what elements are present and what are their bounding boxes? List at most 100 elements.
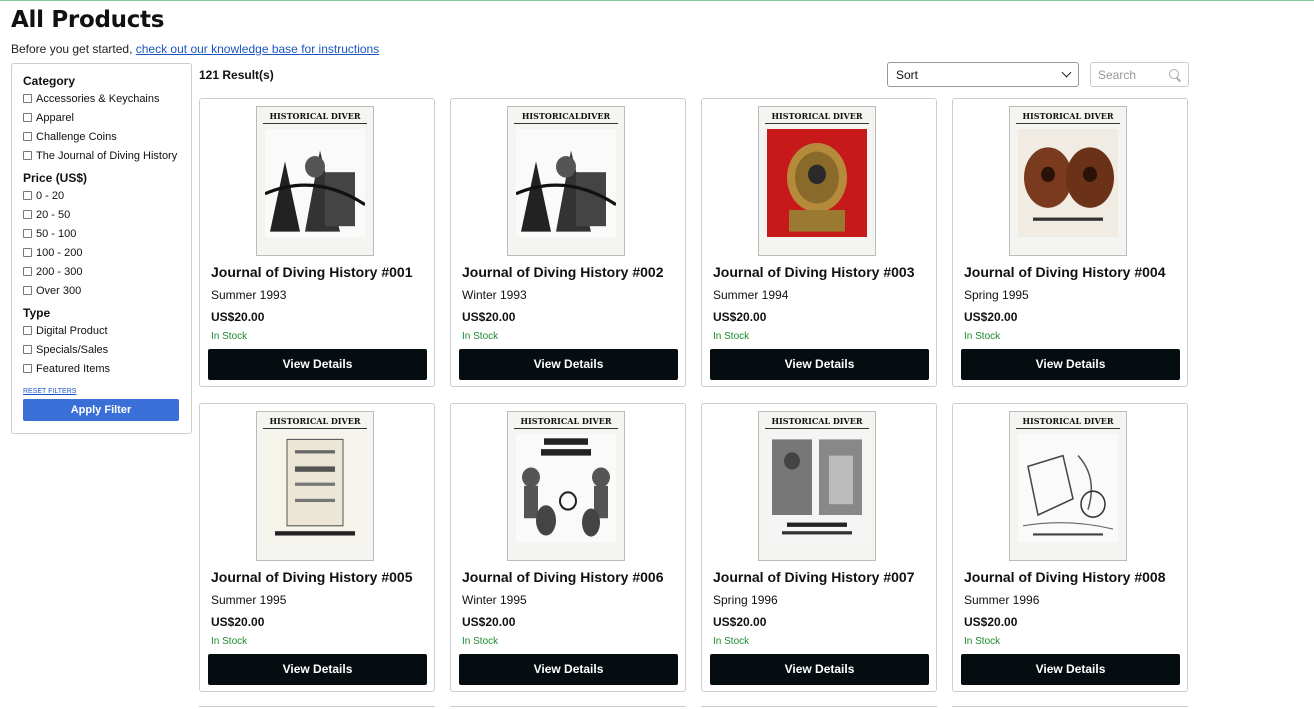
product-cover-image[interactable]: HISTORICAL DIVER	[758, 411, 876, 561]
stock-status: In Stock	[964, 636, 1001, 647]
product-cover-image[interactable]: HISTORICAL DIVER	[1009, 106, 1127, 256]
product-issue: Spring 1995	[964, 288, 1029, 302]
type-checkbox[interactable]	[23, 345, 32, 354]
cover-rule	[765, 123, 869, 124]
product-card[interactable]: HISTORICAL DIVER Journal of Diving Histor…	[701, 98, 937, 387]
view-details-button[interactable]: View Details	[710, 654, 929, 685]
product-issue: Winter 1995	[462, 593, 527, 607]
sort-label: Sort	[896, 67, 919, 82]
product-title[interactable]: Journal of Diving History #008	[964, 569, 1166, 585]
price-option[interactable]: Over 300	[23, 281, 180, 300]
chevron-down-icon	[1061, 67, 1072, 78]
cover-rule	[765, 428, 869, 429]
cover-illustration	[516, 434, 616, 542]
product-title[interactable]: Journal of Diving History #006	[462, 569, 664, 585]
product-title[interactable]: Journal of Diving History #007	[713, 569, 915, 585]
price-option-label: 50 - 100	[36, 227, 77, 240]
price-option-label: Over 300	[36, 284, 82, 297]
category-option[interactable]: Apparel	[23, 108, 180, 127]
category-option[interactable]: Accessories & Keychains	[23, 89, 180, 108]
category-filter-list: Accessories & Keychains Apparel Challenge …	[23, 89, 180, 165]
stock-status: In Stock	[713, 636, 750, 647]
view-details-button[interactable]: View Details	[459, 654, 678, 685]
type-option[interactable]: Featured Items	[23, 359, 180, 378]
product-price: US$20.00	[211, 615, 265, 629]
product-card[interactable]: HISTORICAL DIVER Journal of Diving Histor…	[199, 403, 435, 692]
price-option[interactable]: 0 - 20	[23, 186, 180, 205]
view-details-button[interactable]: View Details	[208, 349, 427, 380]
product-card[interactable]: HISTORICAL DIVER Journal of Diving Histor…	[952, 403, 1188, 692]
product-title[interactable]: Journal of Diving History #004	[964, 264, 1166, 280]
price-checkbox[interactable]	[23, 267, 32, 276]
price-option-label: 20 - 50	[36, 208, 71, 221]
search-input[interactable]: Search	[1090, 62, 1189, 87]
type-option[interactable]: Digital Product	[23, 321, 180, 340]
product-cover-image[interactable]: HISTORICAL DIVER	[256, 411, 374, 561]
stock-status: In Stock	[713, 331, 750, 342]
category-option[interactable]: Challenge Coins	[23, 127, 180, 146]
product-title[interactable]: Journal of Diving History #001	[211, 264, 413, 280]
price-checkbox[interactable]	[23, 210, 32, 219]
view-details-button[interactable]: View Details	[459, 349, 678, 380]
product-card[interactable]: HISTORICAL DIVER Journal of Diving Histor…	[952, 98, 1188, 387]
price-checkbox[interactable]	[23, 191, 32, 200]
view-details-button[interactable]: View Details	[961, 349, 1180, 380]
product-title[interactable]: Journal of Diving History #005	[211, 569, 413, 585]
results-count: 121 Result(s)	[199, 68, 274, 82]
category-checkbox[interactable]	[23, 113, 32, 122]
product-cover-image[interactable]: HISTORICAL DIVER	[256, 106, 374, 256]
cover-masthead: HISTORICALDIVER	[521, 111, 611, 121]
cover-illustration	[515, 129, 617, 237]
price-option[interactable]: 20 - 50	[23, 205, 180, 224]
cover-rule	[514, 428, 618, 429]
price-option[interactable]: 100 - 200	[23, 243, 180, 262]
product-cover-image[interactable]: HISTORICAL DIVER	[758, 106, 876, 256]
price-checkbox[interactable]	[23, 229, 32, 238]
category-checkbox[interactable]	[23, 132, 32, 141]
price-checkbox[interactable]	[23, 248, 32, 257]
category-checkbox[interactable]	[23, 94, 32, 103]
product-cover-image[interactable]: HISTORICALDIVER	[507, 106, 625, 256]
view-details-button[interactable]: View Details	[710, 349, 929, 380]
cover-masthead: HISTORICAL DIVER	[1022, 416, 1114, 426]
cover-rule	[263, 123, 367, 124]
category-checkbox[interactable]	[23, 151, 32, 160]
product-title[interactable]: Journal of Diving History #002	[462, 264, 664, 280]
type-checkbox[interactable]	[23, 326, 32, 335]
cover-masthead: HISTORICAL DIVER	[269, 111, 361, 121]
cover-masthead: HISTORICAL DIVER	[1022, 111, 1114, 121]
view-details-button[interactable]: View Details	[208, 654, 427, 685]
category-option-label: Accessories & Keychains	[36, 92, 160, 105]
product-cover-image[interactable]: HISTORICAL DIVER	[1009, 411, 1127, 561]
reset-filters-link[interactable]: RESET FILTERS	[23, 388, 180, 395]
stock-status: In Stock	[964, 331, 1001, 342]
type-option[interactable]: Specials/Sales	[23, 340, 180, 359]
price-checkbox[interactable]	[23, 286, 32, 295]
category-heading: Category	[23, 74, 76, 88]
product-card[interactable]: HISTORICAL DIVER Journal of Diving Histor…	[450, 403, 686, 692]
knowledge-base-link[interactable]: check out our knowledge base for instruc…	[136, 42, 379, 56]
price-option[interactable]: 50 - 100	[23, 224, 180, 243]
product-card[interactable]: HISTORICAL DIVER Journal of Diving Histor…	[701, 403, 937, 692]
cover-illustration	[264, 129, 366, 237]
sort-select[interactable]: Sort	[887, 62, 1079, 87]
product-issue: Winter 1993	[462, 288, 527, 302]
price-option-label: 0 - 20	[36, 189, 65, 202]
price-option[interactable]: 200 - 300	[23, 262, 180, 281]
product-cover-image[interactable]: HISTORICAL DIVER	[507, 411, 625, 561]
product-title[interactable]: Journal of Diving History #003	[713, 264, 915, 280]
category-option-label: The Journal of Diving History	[36, 149, 178, 162]
price-filter-list: 0 - 20 20 - 50 50 - 100 100 - 200 200 - 300 O…	[23, 186, 180, 300]
filter-sidebar: Category Accessories & Keychains Apparel C…	[11, 63, 192, 434]
apply-filter-button[interactable]: Apply Filter	[23, 399, 179, 421]
product-card[interactable]: HISTORICAL DIVER Journal of Diving Histor…	[199, 98, 435, 387]
type-option-label: Featured Items	[36, 362, 110, 375]
type-option-label: Digital Product	[36, 324, 108, 337]
type-filter-list: Digital Product Specials/Sales Featured It…	[23, 321, 180, 378]
product-card[interactable]: HISTORICALDIVER Journal of Diving History…	[450, 98, 686, 387]
product-price: US$20.00	[462, 615, 516, 629]
view-details-button[interactable]: View Details	[961, 654, 1180, 685]
cover-illustration	[265, 434, 365, 542]
type-checkbox[interactable]	[23, 364, 32, 373]
category-option[interactable]: The Journal of Diving History	[23, 146, 180, 165]
